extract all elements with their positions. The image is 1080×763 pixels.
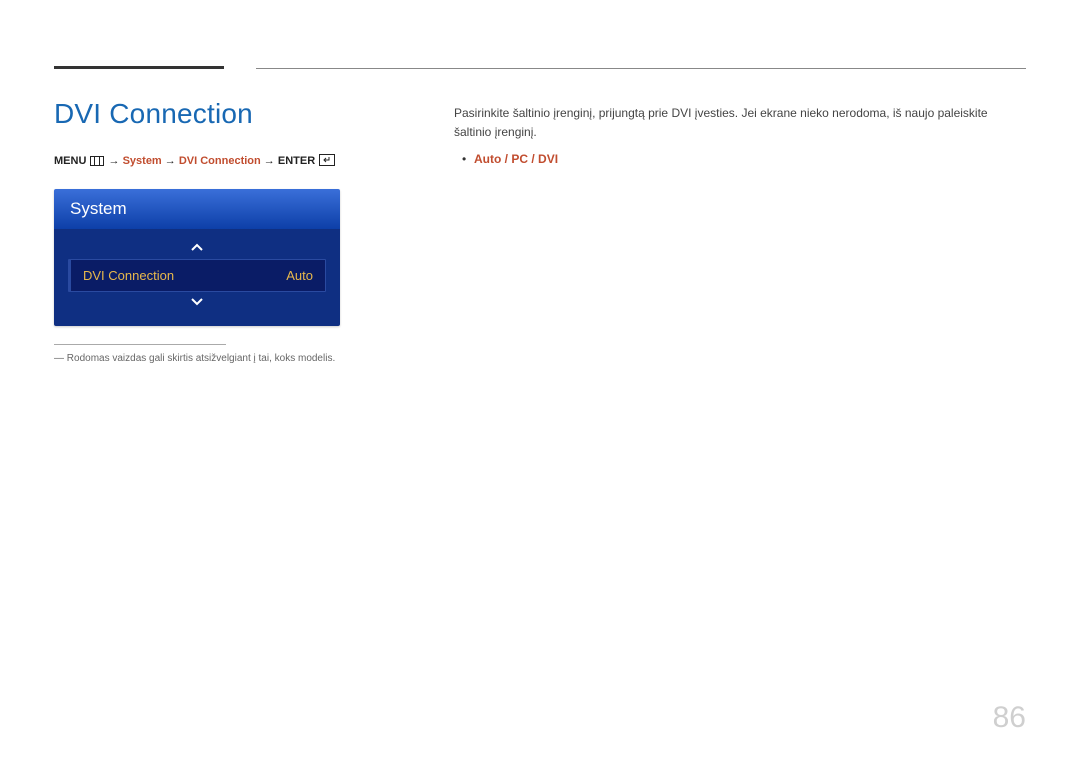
opt-auto: Auto [474,152,501,166]
osd-down[interactable] [68,292,326,314]
path-system: System [123,155,162,167]
section-title: DVI Connection [54,98,446,130]
osd-up[interactable] [68,237,326,259]
rule-long [256,68,1026,69]
path-enter: ENTER [278,155,315,167]
rule-short [54,66,224,69]
footnote-rule [54,344,226,345]
osd-header: System [54,189,340,229]
opt-dvi: DVI [538,152,558,166]
opt-sep1: / [501,152,511,166]
osd-body: DVI Connection Auto [54,229,340,326]
path-dvi: DVI Connection [179,155,261,167]
enter-icon [319,154,335,169]
arrow-1: → [109,155,123,167]
opt-pc: PC [511,152,528,166]
osd-row-selected[interactable]: DVI Connection Auto [68,259,326,292]
page-number: 86 [993,701,1026,735]
description-text: Pasirinkite šaltinio įrenginį, prijungtą… [454,104,1026,142]
arrow-3: → [264,155,278,167]
osd-row-label: DVI Connection [83,268,174,283]
opt-sep2: / [528,152,538,166]
osd-row-value: Auto [286,268,313,283]
footnote-text: Rodomas vaizdas gali skirtis atsižvelgia… [54,353,446,364]
path-menu: MENU [54,155,86,167]
osd-panel: System DVI Connection Auto [54,189,340,326]
options-line: Auto / PC / DVI [474,152,1026,166]
arrow-2: → [165,155,179,167]
menu-path: MENU → System → DVI Connection → ENTER [54,154,446,169]
menu-icon [90,156,104,169]
